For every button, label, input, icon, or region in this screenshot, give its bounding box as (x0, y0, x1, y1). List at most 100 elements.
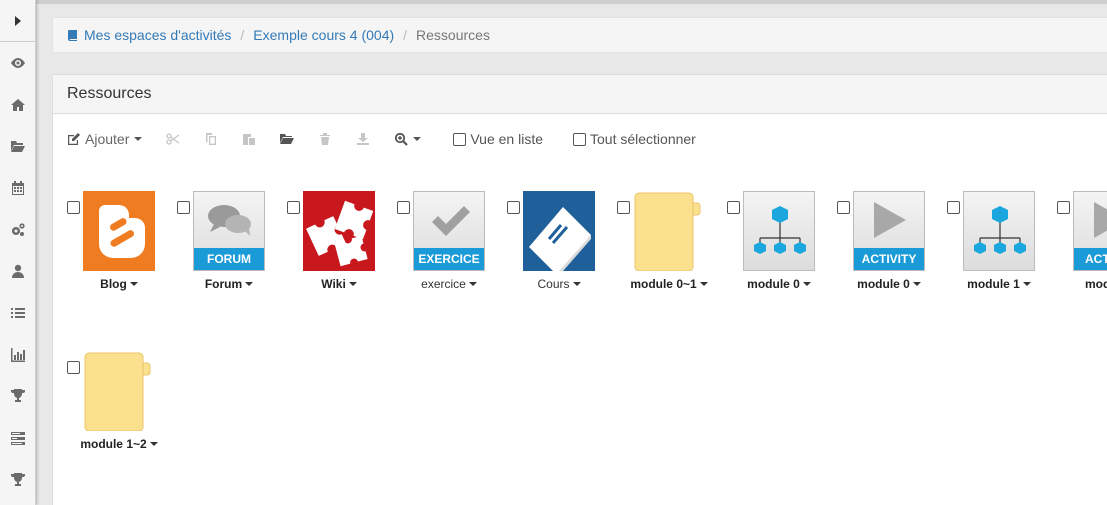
sidebar-toggle-button[interactable] (0, 0, 35, 42)
resource-item[interactable]: module 0 (727, 191, 837, 301)
copy-icon (206, 133, 217, 145)
resource-label[interactable]: module 0 (727, 277, 831, 291)
download-icon (357, 133, 370, 145)
module-icon[interactable] (963, 191, 1035, 271)
sidebar-item-settings[interactable] (0, 209, 35, 251)
select-all-label: Tout sélectionner (590, 131, 696, 147)
breadcrumb-link-course[interactable]: Exemple cours 4 (004) (253, 27, 394, 43)
resources-panel: Ressources Ajouter Vue en liste Tout sél… (52, 74, 1107, 505)
resource-checkbox[interactable] (177, 201, 190, 214)
sidebar-item-home[interactable] (0, 84, 35, 126)
breadcrumb: Mes espaces d'activités / Exemple cours … (52, 17, 1107, 53)
sidebar-item-users[interactable] (0, 250, 35, 292)
list-view-toggle[interactable]: Vue en liste (453, 131, 543, 147)
course-icon[interactable] (523, 191, 595, 271)
sidebar-item-stats[interactable] (0, 334, 35, 376)
resource-item[interactable]: module 1 (947, 191, 1057, 301)
resource-checkbox[interactable] (617, 201, 630, 214)
breadcrumb-separator: / (240, 27, 245, 43)
select-all-toggle[interactable]: Tout sélectionner (573, 131, 696, 147)
resource-item[interactable]: Wiki (287, 191, 397, 301)
move-button[interactable] (280, 132, 295, 146)
resource-checkbox[interactable] (947, 201, 960, 214)
select-all-checkbox[interactable] (573, 132, 586, 146)
list-icon (10, 307, 25, 318)
list-view-checkbox[interactable] (453, 132, 467, 146)
cogs-icon (11, 222, 25, 236)
tasks-icon (10, 432, 25, 446)
resource-label[interactable]: module 0 (837, 277, 941, 291)
resource-label[interactable]: Cours (507, 277, 611, 291)
resource-label[interactable]: modu (1057, 277, 1107, 291)
exercise-icon[interactable]: EXERCICE (413, 191, 485, 271)
resource-item[interactable]: module 0~1 (617, 191, 727, 301)
book-icon (68, 30, 77, 41)
bar-chart-icon (10, 347, 25, 362)
resource-label[interactable]: module 1 (947, 277, 1051, 291)
resource-checkbox[interactable] (397, 201, 410, 214)
zoom-icon (395, 132, 409, 146)
add-button[interactable]: Ajouter (67, 131, 143, 147)
trophy-icon (10, 389, 25, 403)
cut-button[interactable] (166, 132, 180, 146)
resource-item[interactable]: module 1~2 (67, 351, 177, 461)
trophy-icon (10, 472, 25, 486)
delete-button[interactable] (318, 132, 332, 146)
chevron-down-icon (134, 137, 143, 141)
breadcrumb-current: Ressources (416, 27, 490, 43)
add-button-label: Ajouter (85, 131, 130, 147)
sidebar (0, 0, 36, 505)
resource-label[interactable]: Blog (67, 277, 171, 291)
zoom-button[interactable] (394, 132, 422, 146)
resource-checkbox[interactable] (1057, 201, 1070, 214)
resource-item[interactable]: Blog (67, 191, 177, 301)
resource-checkbox[interactable] (837, 201, 850, 214)
sidebar-item-trophy-2[interactable] (0, 459, 35, 501)
resource-item[interactable]: ACTI modu (1057, 191, 1107, 301)
resource-label[interactable]: Forum (177, 277, 281, 291)
resource-label[interactable]: exercice (397, 277, 501, 291)
sidebar-item-calendar[interactable] (0, 167, 35, 209)
resource-checkbox[interactable] (507, 201, 520, 214)
sidebar-item-resources[interactable] (0, 125, 35, 167)
eye-icon (10, 57, 25, 68)
resource-label[interactable]: module 1~2 (67, 437, 171, 451)
user-icon (11, 265, 24, 279)
folder-icon[interactable] (633, 191, 705, 272)
resource-item[interactable]: EXERCICE exercice (397, 191, 507, 301)
folder-icon[interactable] (83, 351, 155, 432)
activity-icon[interactable]: ACTIVITY (853, 191, 925, 271)
module-icon[interactable] (743, 191, 815, 271)
resource-label[interactable]: Wiki (287, 277, 391, 291)
resource-checkbox[interactable] (287, 201, 300, 214)
sidebar-item-view[interactable] (0, 42, 35, 84)
activity-icon[interactable]: ACTI (1073, 191, 1107, 271)
resource-item[interactable]: Cours (507, 191, 617, 301)
home-icon (10, 98, 25, 111)
panel-title: Ressources (53, 75, 1107, 114)
breadcrumb-separator: / (403, 27, 408, 43)
forum-icon[interactable]: FORUM (193, 191, 265, 271)
paste-button[interactable] (242, 132, 256, 146)
download-button[interactable] (356, 132, 370, 146)
sidebar-item-trophy[interactable] (0, 376, 35, 418)
resource-label[interactable]: module 0~1 (617, 277, 721, 291)
toolbar: Ajouter Vue en liste Tout sélectionner (53, 114, 1107, 164)
scissors-icon (166, 133, 180, 145)
sidebar-item-list[interactable] (0, 292, 35, 334)
folder-open-icon (280, 134, 295, 144)
calendar-icon (11, 180, 24, 195)
resource-checkbox[interactable] (67, 361, 80, 374)
resource-checkbox[interactable] (727, 201, 740, 214)
resource-item[interactable]: ACTIVITY module 0 (837, 191, 947, 301)
blog-icon[interactable] (83, 191, 155, 271)
chevron-down-icon (413, 137, 422, 141)
wiki-icon[interactable] (303, 191, 375, 271)
paste-icon (243, 134, 256, 145)
chevron-right-icon (14, 15, 21, 26)
breadcrumb-link-spaces[interactable]: Mes espaces d'activités (84, 27, 231, 43)
sidebar-item-tasks[interactable] (0, 417, 35, 459)
resource-item[interactable]: FORUM Forum (177, 191, 287, 301)
resource-checkbox[interactable] (67, 201, 80, 214)
copy-button[interactable] (204, 132, 218, 146)
